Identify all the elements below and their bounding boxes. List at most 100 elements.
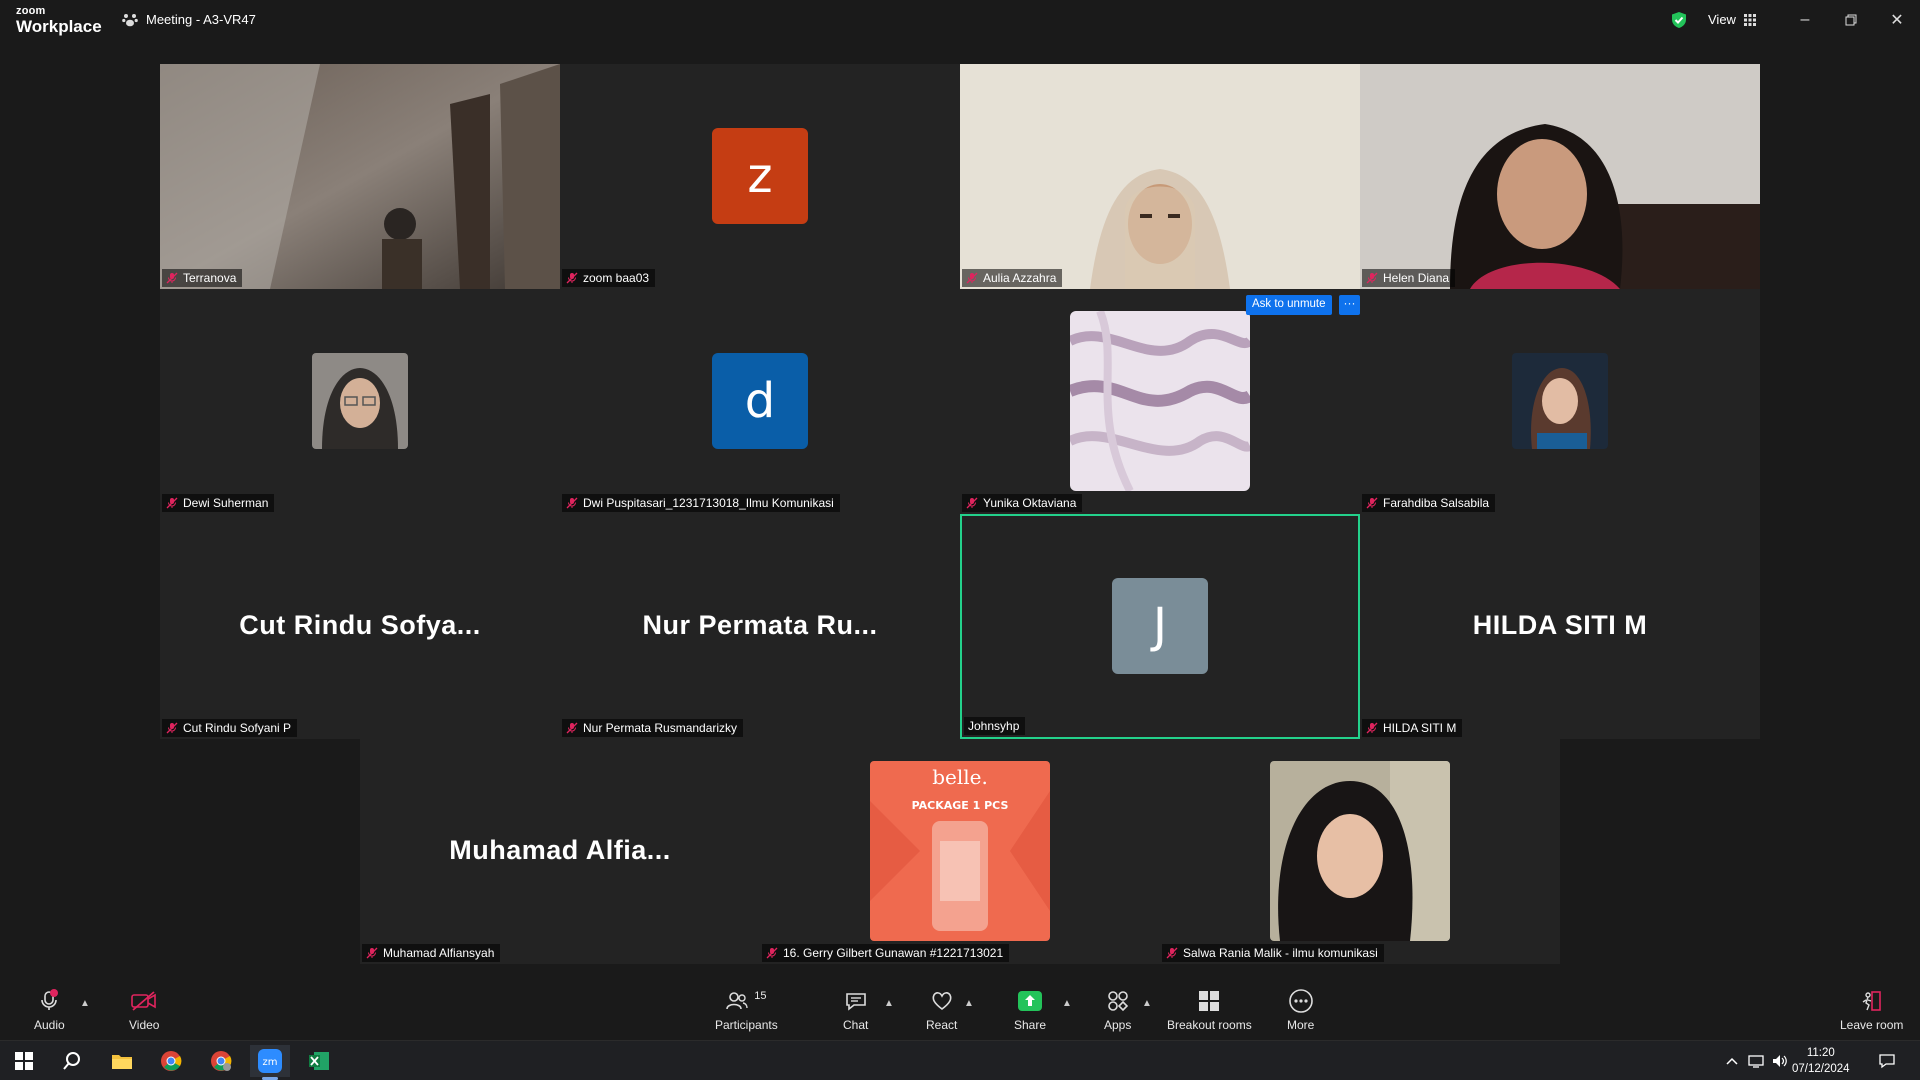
participant-name-tag: Aulia Azzahra (962, 269, 1063, 287)
active-speaker-tile[interactable]: J Johnsyhp (960, 514, 1360, 739)
meeting-title[interactable]: Meeting - A3-VR47 (122, 12, 256, 27)
participant-name-tag: Cut Rindu Sofyani P (162, 719, 298, 737)
chrome-profile-icon[interactable] (201, 1045, 241, 1077)
participant-name: Helen Diana (1383, 271, 1450, 285)
chrome-icon[interactable] (151, 1045, 191, 1077)
participants-button[interactable]: 15 Participants (715, 988, 778, 1032)
audio-button[interactable]: Audio (34, 988, 65, 1032)
audio-label: Audio (34, 1018, 65, 1032)
audio-options-caret-icon[interactable]: ▲ (80, 998, 90, 1009)
video-feed (160, 64, 560, 289)
participant-display-name: Cut Rindu Sofya... (239, 610, 481, 640)
clock-time: 11:20 (1806, 1047, 1835, 1059)
file-explorer-icon[interactable] (102, 1045, 142, 1077)
chat-label: Chat (843, 1018, 869, 1032)
participant-tile[interactable]: d Dwi Puspitasari_1231713018_Ilmu Komuni… (560, 289, 960, 514)
participant-tile[interactable]: Nur Permata Ru... Nur Permata Rusmandari… (560, 514, 960, 739)
notifications-icon[interactable] (1872, 1045, 1902, 1077)
more-button[interactable]: More (1287, 988, 1314, 1032)
mic-muted-icon (766, 947, 778, 959)
share-options-caret-icon[interactable]: ▲ (1062, 998, 1072, 1009)
participant-tile[interactable]: z zoom baa03 (560, 64, 960, 289)
more-icon (1288, 989, 1313, 1013)
mic-muted-icon (566, 722, 578, 734)
mic-muted-icon (966, 497, 978, 509)
meeting-toolbar: Audio ▲ Video 15 Participants Chat ▲ Rea… (0, 980, 1920, 1040)
profile-photo (312, 353, 408, 449)
mic-muted-icon (366, 947, 378, 959)
zoom-app-icon[interactable]: zm (250, 1045, 290, 1080)
participant-name-tag: Muhamad Alfiansyah (362, 944, 501, 962)
tile-more-options-button[interactable]: ··· (1339, 295, 1360, 315)
participants-icon (726, 992, 748, 1010)
react-options-caret-icon[interactable]: ▲ (964, 998, 974, 1009)
apps-options-caret-icon[interactable]: ▲ (1142, 998, 1152, 1009)
participant-tile[interactable]: Dewi Suherman (160, 289, 560, 514)
mic-muted-icon (1366, 497, 1378, 509)
participant-name: zoom baa03 (583, 271, 650, 285)
participant-tile[interactable]: Farahdiba Salsabila (1360, 289, 1760, 514)
participant-tile[interactable]: HILDA SITI M HILDA SITI M (1360, 514, 1760, 739)
participant-display-name: Nur Permata Ru... (642, 610, 878, 640)
chat-options-caret-icon[interactable]: ▲ (884, 998, 894, 1009)
participant-tile[interactable]: Yunika Oktaviana (960, 289, 1360, 514)
leave-room-button[interactable]: Leave room (1840, 988, 1903, 1032)
logo-line1: zoom (16, 5, 46, 17)
mic-muted-icon (1366, 272, 1378, 284)
react-button[interactable]: React (926, 988, 957, 1032)
participant-name: HILDA SITI M (1383, 721, 1457, 735)
avatar-letter: z (712, 128, 808, 224)
participant-name-tag: HILDA SITI M (1362, 719, 1463, 737)
close-icon[interactable]: ✕ (1882, 8, 1912, 32)
mic-muted-icon (166, 722, 178, 734)
share-button[interactable]: Share (1014, 988, 1046, 1032)
participant-tile[interactable]: Helen Diana (1360, 64, 1760, 289)
mic-muted-icon (166, 497, 178, 509)
network-icon[interactable] (1744, 1045, 1768, 1077)
view-button[interactable]: View (1708, 12, 1756, 27)
search-icon[interactable] (52, 1045, 92, 1077)
chat-icon (845, 993, 866, 1011)
participant-tile[interactable]: Salwa Rania Malik - ilmu komunikasi (1160, 739, 1560, 964)
breakout-rooms-button[interactable]: Breakout rooms (1167, 988, 1252, 1032)
participant-name: Dewi Suherman (183, 496, 269, 510)
tray-overflow-chevron-icon[interactable] (1720, 1045, 1744, 1077)
participant-tile[interactable]: Cut Rindu Sofya... Cut Rindu Sofyani P (160, 514, 560, 739)
participant-name: Nur Permata Rusmandarizky (583, 721, 738, 735)
participant-tile[interactable]: Aulia Azzahra (960, 64, 1360, 289)
participant-name: 16. Gerry Gilbert Gunawan #1221713021 (783, 946, 1004, 960)
participant-name-tag: Farahdiba Salsabila (1362, 494, 1496, 512)
participant-name-tag: Dewi Suherman (162, 494, 275, 512)
participant-name: Dwi Puspitasari_1231713018_Ilmu Komunika… (583, 496, 834, 510)
zoom-logo: zoom Workplace (16, 5, 102, 36)
apps-button[interactable]: Apps (1104, 988, 1131, 1032)
ask-to-unmute-button[interactable]: Ask to unmute (1246, 295, 1332, 315)
participant-name-tag: Johnsyhp (964, 717, 1026, 735)
participant-name-tag: Terranova (162, 269, 243, 287)
video-button[interactable]: Video (129, 988, 159, 1032)
logo-line2: Workplace (16, 17, 102, 36)
meeting-title-text: Meeting - A3-VR47 (146, 12, 256, 27)
minimize-icon[interactable]: – (1790, 8, 1820, 32)
heart-icon (932, 992, 952, 1011)
participant-tile[interactable]: Terranova (160, 64, 560, 289)
chat-button[interactable]: Chat (843, 988, 868, 1032)
system-clock[interactable]: 11:20 07/12/2024 (1792, 1045, 1850, 1077)
volume-icon[interactable] (1768, 1045, 1792, 1077)
excel-icon[interactable] (299, 1045, 339, 1077)
participant-tile[interactable]: belle. PACKAGE 1 PCS 16. Gerry Gilbert G… (760, 739, 1160, 964)
participant-tile[interactable]: Muhamad Alfia... Muhamad Alfiansyah (360, 739, 760, 964)
restore-icon[interactable] (1836, 8, 1866, 32)
title-bar: zoom Workplace Meeting - A3-VR47 View – … (0, 0, 1920, 40)
photo-package-text: PACKAGE 1 PCS (912, 799, 1009, 812)
participant-name: Muhamad Alfiansyah (383, 946, 495, 960)
participant-display-name: Muhamad Alfia... (449, 835, 671, 865)
leave-room-label: Leave room (1840, 1018, 1904, 1032)
windows-start-icon[interactable] (4, 1045, 44, 1077)
participant-name: Yunika Oktaviana (983, 496, 1077, 510)
participant-name: Johnsyhp (968, 719, 1020, 733)
apps-label: Apps (1104, 1018, 1132, 1032)
encryption-shield-icon[interactable] (1670, 11, 1688, 34)
share-label: Share (1014, 1018, 1047, 1032)
avatar-letter: d (712, 353, 808, 449)
